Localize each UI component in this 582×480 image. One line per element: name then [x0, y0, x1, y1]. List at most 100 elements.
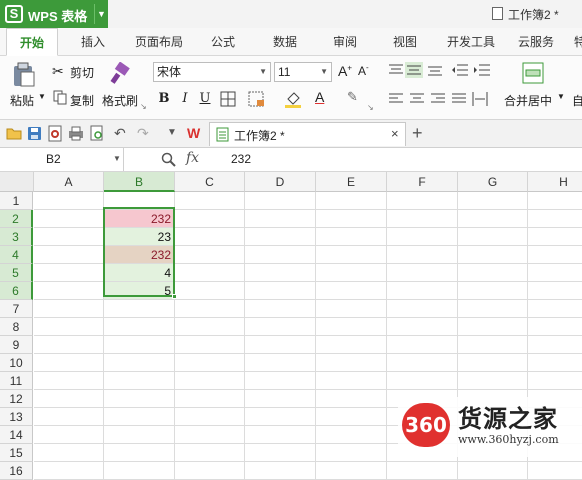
cell-a10[interactable] [34, 354, 104, 372]
cell-e11[interactable] [316, 372, 387, 390]
cell-d9[interactable] [245, 336, 316, 354]
align-right-icon[interactable] [431, 93, 445, 105]
cell-e5[interactable] [316, 264, 387, 282]
row-header-8[interactable]: 8 [0, 318, 33, 336]
close-tab-icon[interactable]: × [391, 126, 399, 141]
cell-f9[interactable] [387, 336, 458, 354]
cell-h3[interactable] [528, 228, 582, 246]
cell-h5[interactable] [528, 264, 582, 282]
decrease-indent-icon[interactable] [452, 64, 468, 76]
cell-d11[interactable] [245, 372, 316, 390]
cell-e1[interactable] [316, 192, 387, 210]
customize-quick-access-icon[interactable]: ▼ [167, 127, 177, 138]
cell-a7[interactable] [34, 300, 104, 318]
column-header-a[interactable]: A [34, 172, 104, 192]
cell-d5[interactable] [245, 264, 316, 282]
cell-c5[interactable] [175, 264, 245, 282]
cell-c8[interactable] [175, 318, 245, 336]
insert-function-icon[interactable]: fx [186, 150, 199, 166]
cell-a9[interactable] [34, 336, 104, 354]
select-all-corner[interactable] [0, 172, 34, 192]
undo-icon[interactable]: ↶ [114, 125, 126, 142]
cell-b3[interactable]: 23 [104, 228, 175, 246]
cell-f8[interactable] [387, 318, 458, 336]
distributed-align-icon[interactable] [472, 92, 488, 106]
cell-f1[interactable] [387, 192, 458, 210]
cell-h4[interactable] [528, 246, 582, 264]
print-icon[interactable] [68, 126, 84, 141]
cell-g9[interactable] [458, 336, 528, 354]
cell-b4[interactable]: 232 [104, 246, 175, 264]
row-header-13[interactable]: 13 [0, 408, 33, 426]
cell-d10[interactable] [245, 354, 316, 372]
align-left-icon[interactable] [389, 93, 403, 105]
cell-a12[interactable] [34, 390, 104, 408]
cell-g10[interactable] [458, 354, 528, 372]
cell-c2[interactable] [175, 210, 245, 228]
zoom-search-icon[interactable] [161, 152, 177, 168]
cell-f5[interactable] [387, 264, 458, 282]
cell-f11[interactable] [387, 372, 458, 390]
cell-b2[interactable]: 232 [104, 210, 175, 228]
cell-f7[interactable] [387, 300, 458, 318]
cell-f16[interactable] [387, 462, 458, 480]
cell-d13[interactable] [245, 408, 316, 426]
cell-g6[interactable] [458, 282, 528, 300]
preview-icon[interactable] [90, 125, 104, 142]
clipboard-launcher-icon[interactable]: ↘ [140, 102, 147, 111]
cell-a15[interactable] [34, 444, 104, 462]
tab-cloud-service[interactable]: 云服务 [510, 28, 562, 56]
column-header-h[interactable]: H [528, 172, 582, 192]
cell-b11[interactable] [104, 372, 175, 390]
cell-c6[interactable] [175, 282, 245, 300]
cell-d8[interactable] [245, 318, 316, 336]
font-name-select[interactable]: 宋体 ▼ [153, 62, 271, 82]
cell-d3[interactable] [245, 228, 316, 246]
cell-b1[interactable] [104, 192, 175, 210]
cell-b9[interactable] [104, 336, 175, 354]
cell-g7[interactable] [458, 300, 528, 318]
cell-e8[interactable] [316, 318, 387, 336]
column-header-g[interactable]: G [458, 172, 528, 192]
cell-c14[interactable] [175, 426, 245, 444]
chevron-down-icon[interactable]: ▼ [113, 154, 121, 163]
cell-g8[interactable] [458, 318, 528, 336]
cell-f6[interactable] [387, 282, 458, 300]
cell-a14[interactable] [34, 426, 104, 444]
cell-b10[interactable] [104, 354, 175, 372]
column-header-c[interactable]: C [175, 172, 245, 192]
cell-d14[interactable] [245, 426, 316, 444]
copy-button[interactable]: 复制 [70, 92, 94, 109]
merge-center-icon[interactable] [522, 62, 544, 84]
cell-b16[interactable] [104, 462, 175, 480]
tab-developer[interactable]: 开发工具 [440, 28, 502, 56]
paste-dropdown-icon[interactable]: ▼ [38, 92, 46, 101]
row-header-14[interactable]: 14 [0, 426, 33, 444]
cell-h6[interactable] [528, 282, 582, 300]
cell-d4[interactable] [245, 246, 316, 264]
print-preview-icon[interactable] [47, 125, 63, 142]
save-icon[interactable] [27, 126, 42, 141]
cell-b14[interactable] [104, 426, 175, 444]
format-painter-button[interactable]: 格式刷 [102, 92, 138, 109]
cell-a2[interactable] [34, 210, 104, 228]
align-top-icon[interactable] [389, 64, 403, 76]
cell-e15[interactable] [316, 444, 387, 462]
scissors-icon[interactable]: ✂ [52, 63, 64, 80]
tab-data[interactable]: 数据 [262, 28, 308, 56]
paste-button[interactable]: 粘贴 [10, 92, 34, 109]
cell-d7[interactable] [245, 300, 316, 318]
cell-h1[interactable] [528, 192, 582, 210]
cell-c11[interactable] [175, 372, 245, 390]
cell-c7[interactable] [175, 300, 245, 318]
font-size-select[interactable]: 11 ▼ [274, 62, 332, 82]
wps-app-menu-button[interactable]: S WPS 表格 ▼ [0, 0, 108, 28]
cell-d15[interactable] [245, 444, 316, 462]
cell-h11[interactable] [528, 372, 582, 390]
document-tab[interactable]: 工作簿2 * × [209, 122, 406, 146]
tab-insert[interactable]: 插入 [70, 28, 116, 56]
paste-icon[interactable] [12, 62, 36, 88]
cell-d12[interactable] [245, 390, 316, 408]
cell-d16[interactable] [245, 462, 316, 480]
row-header-9[interactable]: 9 [0, 336, 33, 354]
